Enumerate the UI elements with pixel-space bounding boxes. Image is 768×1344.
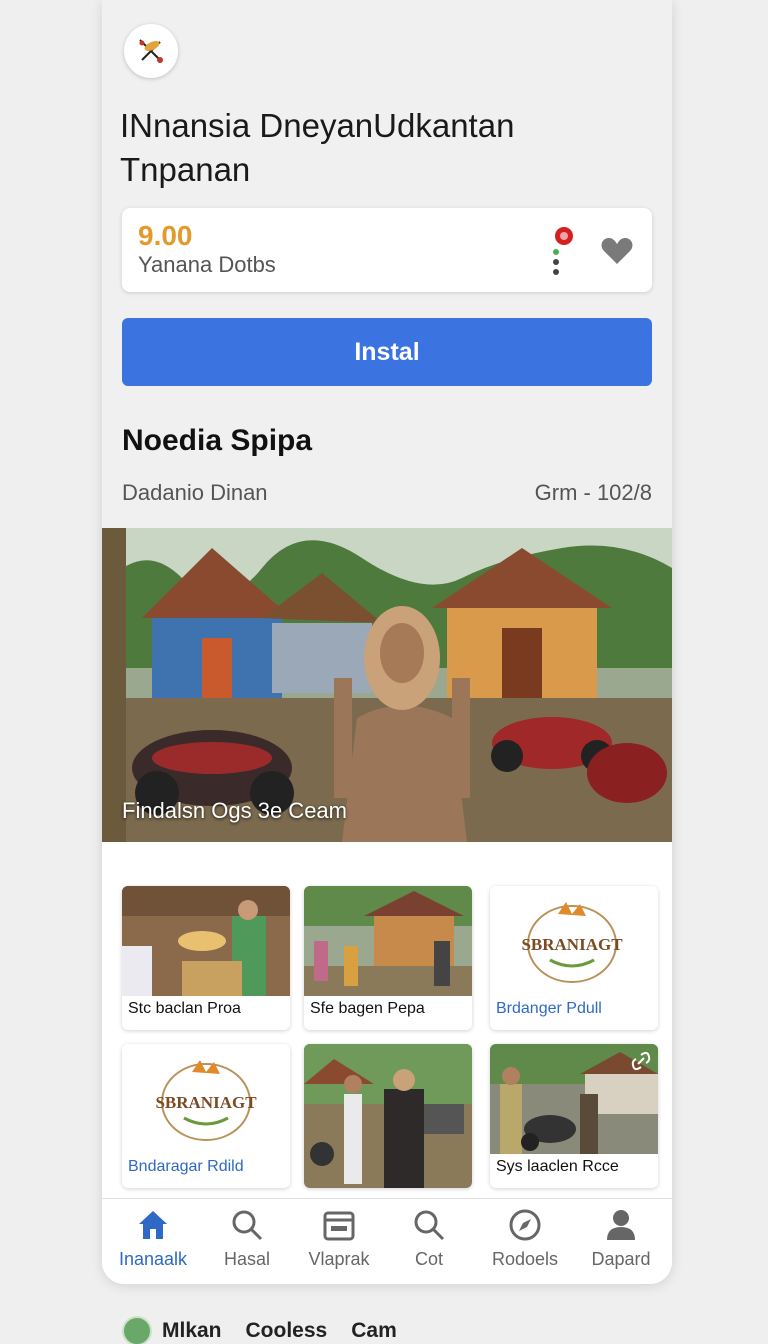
- market-food-image: [122, 886, 290, 996]
- rating-card: 9.00 Yanana Dotbs: [122, 208, 652, 292]
- rating-score: 9.00: [138, 220, 193, 251]
- media-tile[interactable]: SBRANIAGT Brdanger Pdull: [490, 886, 658, 1030]
- nav-label: Cot: [414, 1249, 443, 1269]
- app-title: INnansia DneyanUdkantan Tnpanan: [120, 107, 515, 188]
- install-button[interactable]: Instal: [122, 318, 652, 386]
- street-people-image: [304, 1044, 472, 1188]
- section-title: Noedia Spipa: [122, 424, 313, 457]
- nav-label: Dapard: [591, 1249, 651, 1269]
- bottom-bar-item[interactable]: Cooless: [246, 1319, 328, 1343]
- nav-label: Hasal: [223, 1249, 271, 1269]
- kite-logo-icon: [139, 39, 163, 63]
- bottom-bar-item[interactable]: Mlkan: [162, 1319, 222, 1343]
- nav-label: Vlaprak: [308, 1249, 370, 1269]
- media-grid: Stc baclan Proa Sfe bagen Pepa SBRANIAGT: [102, 842, 672, 1198]
- heart-icon[interactable]: [600, 236, 634, 266]
- nav-item-profile[interactable]: Dapard: [574, 1207, 668, 1279]
- media-tile[interactable]: Sfe bagen Pepa: [304, 886, 472, 1030]
- calendar-icon: [323, 1211, 355, 1241]
- village-gathering-image: [304, 886, 472, 996]
- nav-item-calendar[interactable]: Vlaprak: [292, 1207, 386, 1279]
- media-tile-label: Stc baclan Proa: [128, 1000, 241, 1017]
- media-tile-label: Sys laaclen Rcce: [496, 1158, 619, 1175]
- svg-text:SBRANIAGT: SBRANIAGT: [521, 935, 623, 954]
- nav-item-search-2[interactable]: Cot: [382, 1207, 476, 1279]
- app-card: INnansia DneyanUdkantan Tnpanan 9.00 Yan…: [102, 0, 672, 1284]
- section-meta-left: Dadanio Dinan: [122, 480, 268, 505]
- section-meta-right: Grm - 102/8: [534, 480, 652, 505]
- village-scene-image: [102, 528, 672, 842]
- media-tile-label: Sfe bagen Pepa: [310, 1000, 425, 1017]
- nav-item-search[interactable]: Hasal: [200, 1207, 294, 1279]
- search-icon: [232, 1210, 263, 1241]
- media-tile[interactable]: [304, 1044, 472, 1188]
- home-icon: [139, 1211, 167, 1239]
- search-icon: [414, 1210, 445, 1241]
- nav-item-home[interactable]: Inanaalk: [106, 1207, 200, 1279]
- bottom-navigation: Inanaalk Hasal Vlaprak Cot Rodoels Dapar…: [102, 1198, 672, 1284]
- nav-item-compass[interactable]: Rodoels: [478, 1207, 572, 1279]
- media-tile-label: Brdanger Pdull: [496, 1000, 602, 1017]
- compass-icon: [509, 1209, 541, 1241]
- media-tile-label: Bndaragar Rdild: [128, 1158, 244, 1175]
- media-tile[interactable]: Stc baclan Proa: [122, 886, 290, 1030]
- app-logo: [124, 24, 178, 78]
- media-tile[interactable]: Sys laaclen Rcce: [490, 1044, 658, 1188]
- share-icon[interactable]: [630, 1050, 652, 1072]
- brand-logo-image: SBRANIAGT: [490, 886, 658, 996]
- media-tile[interactable]: SBRANIAGT Bndaragar Rdild: [122, 1044, 290, 1188]
- brand-logo-image: SBRANIAGT: [122, 1044, 290, 1154]
- rating-subtitle: Yanana Dotbs: [138, 252, 276, 277]
- hero-image[interactable]: Findalsn Ogs 3e Ceam: [102, 528, 672, 842]
- nav-label: Inanaalk: [118, 1249, 188, 1269]
- avatar[interactable]: [122, 1316, 152, 1344]
- more-options-icon[interactable]: [550, 222, 582, 282]
- bottom-bar-item[interactable]: Cam: [351, 1319, 397, 1343]
- svg-text:SBRANIAGT: SBRANIAGT: [155, 1093, 257, 1112]
- person-icon: [607, 1210, 635, 1240]
- nav-label: Rodoels: [491, 1249, 559, 1269]
- hero-caption: Findalsn Ogs 3e Ceam: [122, 798, 347, 823]
- bottom-bar: Mlkan Cooless Cam: [122, 1316, 421, 1344]
